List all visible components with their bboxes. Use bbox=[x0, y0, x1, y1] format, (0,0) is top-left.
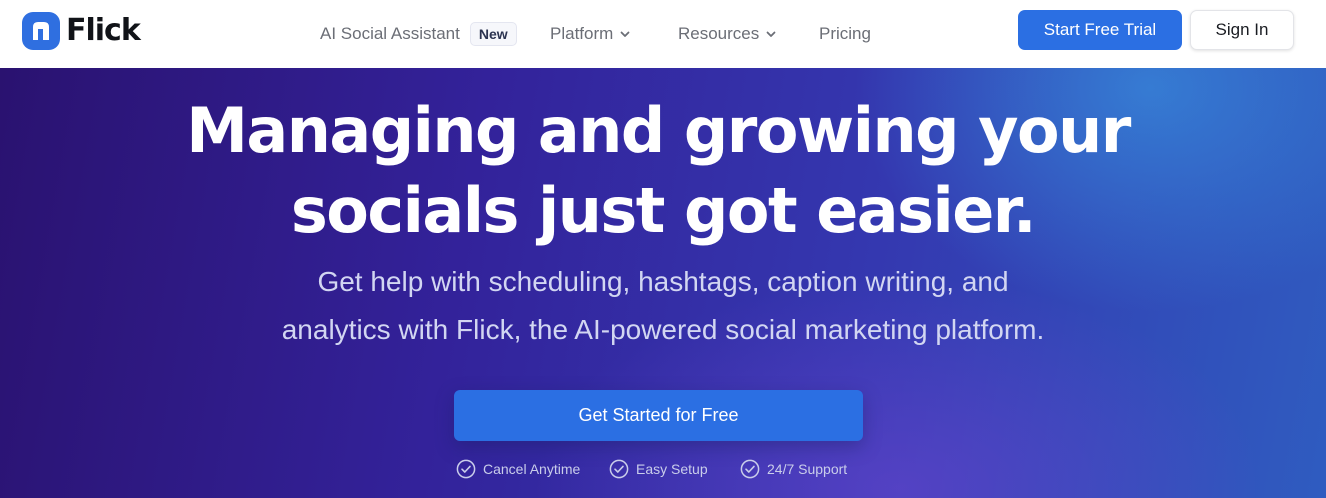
feature-label: Easy Setup bbox=[636, 461, 708, 477]
check-circle-icon bbox=[609, 459, 629, 479]
nav-platform-label: Platform bbox=[550, 24, 614, 43]
feature-easy-setup: Easy Setup bbox=[609, 459, 708, 479]
nav-ai-social-assistant-label: AI Social Assistant bbox=[320, 24, 460, 43]
flick-logo[interactable]: Flick bbox=[22, 12, 141, 50]
nav-ai-social-assistant[interactable]: AI Social Assistant New bbox=[320, 0, 517, 68]
top-navigation: Flick AI Social Assistant New Platform R… bbox=[0, 0, 1326, 68]
check-circle-icon bbox=[456, 459, 476, 479]
start-free-trial-button[interactable]: Start Free Trial bbox=[1018, 10, 1182, 50]
chevron-down-icon bbox=[766, 31, 776, 37]
feature-cancel-anytime: Cancel Anytime bbox=[456, 459, 580, 479]
hero-headline-line1: Managing and growing your bbox=[186, 94, 1131, 167]
nav-pricing-label: Pricing bbox=[819, 24, 871, 43]
nav-resources[interactable]: Resources bbox=[678, 0, 777, 68]
get-started-button[interactable]: Get Started for Free bbox=[454, 390, 863, 441]
flick-logo-icon bbox=[22, 12, 60, 50]
nav-pricing[interactable]: Pricing bbox=[819, 0, 871, 68]
feature-label: Cancel Anytime bbox=[483, 461, 581, 477]
feature-label: 24/7 Support bbox=[767, 461, 848, 477]
hero-subheadline-line2: analytics with Flick, the AI-powered soc… bbox=[281, 314, 1045, 345]
logo-text: Flick bbox=[66, 13, 141, 48]
check-circle-icon bbox=[740, 459, 760, 479]
nav-platform[interactable]: Platform bbox=[550, 0, 631, 68]
sign-in-button[interactable]: Sign In bbox=[1190, 10, 1294, 50]
hero-headline-line2: socials just got easier. bbox=[290, 174, 1037, 247]
chevron-down-icon bbox=[620, 31, 630, 37]
feature-support: 24/7 Support bbox=[740, 459, 847, 479]
hero-subheadline-line1: Get help with scheduling, hashtags, capt… bbox=[317, 266, 1009, 297]
nav-resources-label: Resources bbox=[678, 24, 760, 43]
hero-section: Managing and growing your socials just g… bbox=[0, 68, 1326, 498]
new-badge: New bbox=[469, 22, 517, 46]
